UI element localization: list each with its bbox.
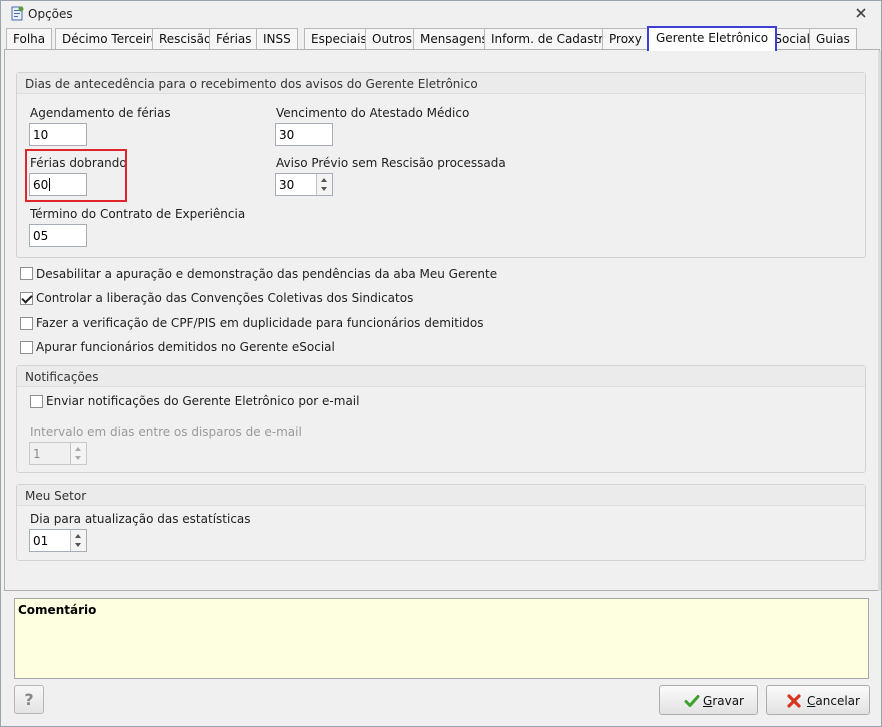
notificacoes-group: Notificações (16, 365, 866, 473)
tab-folha[interactable]: Folha (6, 28, 53, 50)
termino-contrato-input[interactable]: 05 (29, 224, 87, 247)
vencimento-atestado-label: Vencimento do Atestado Médico (276, 106, 470, 120)
aviso-previo-label: Aviso Prévio sem Rescisão processada (276, 156, 506, 170)
tab-guias[interactable]: Guias (809, 28, 857, 50)
tab-mensagens[interactable]: Mensagens (413, 28, 495, 50)
notificacoes-group-title: Notificações (17, 366, 865, 387)
green-check-icon (684, 695, 700, 707)
agendamento-input[interactable]: 10 (29, 123, 87, 146)
spin-up-icon[interactable] (75, 447, 81, 451)
tab-outros[interactable]: Outros (365, 28, 420, 50)
comentario-box[interactable]: Comentário (14, 598, 869, 679)
spin-up-icon[interactable] (75, 534, 81, 538)
cancelar-button[interactable]: Cancelar (766, 685, 870, 715)
intervalo-label: Intervalo em dias entre os disparos de e… (30, 425, 302, 439)
tab-proxy[interactable]: Proxy (602, 28, 649, 50)
options-window-icon (11, 6, 24, 21)
tab-ferias[interactable]: Férias (209, 28, 259, 50)
aviso-previo-value: 30 (279, 178, 295, 192)
gravar-button[interactable]: Gravar (659, 685, 758, 715)
comentario-label: Comentário (18, 603, 97, 617)
meu-setor-group-title: Meu Setor (17, 485, 865, 506)
spin-down-icon[interactable] (321, 187, 327, 191)
tab-gerente-eletronico[interactable]: Gerente Eletrônico (647, 26, 778, 51)
title-bar: Opções (1, 1, 881, 25)
highlight-ferias-dobrando (25, 149, 127, 202)
spin-up-icon[interactable] (321, 178, 327, 182)
scroll-edge (878, 51, 881, 591)
spin-down-icon[interactable] (75, 456, 81, 460)
aviso-previo-spinner[interactable] (316, 174, 332, 195)
window-title: Opções (28, 7, 73, 21)
controlar-convencoes-label: Controlar a liberação das Convenções Col… (36, 291, 414, 305)
dia-atualizacao-spinner[interactable] (70, 530, 86, 551)
red-x-icon (787, 694, 801, 708)
cancelar-label: Cancelar (807, 694, 860, 708)
tab-especiais[interactable]: Especiais (304, 28, 374, 50)
advance-days-group-title: Dias de antecedência para o recebimento … (17, 73, 865, 94)
apurar-demitidos-checkbox[interactable] (20, 341, 33, 354)
spin-down-icon[interactable] (75, 543, 81, 547)
close-icon[interactable] (854, 6, 868, 20)
dia-atualizacao-label: Dia para atualização das estatísticas (30, 512, 251, 526)
verificacao-cpf-label: Fazer a verificação de CPF/PIS em duplic… (36, 316, 484, 330)
tab-inform-cadastro[interactable]: Inform. de Cadastro (484, 28, 618, 50)
controlar-convencoes-checkbox[interactable] (20, 292, 33, 305)
help-button[interactable]: ? (14, 685, 44, 714)
verificacao-cpf-checkbox[interactable] (20, 317, 33, 330)
tab-inss[interactable]: INSS (256, 28, 298, 50)
enviar-notificacoes-label: Enviar notificações do Gerente Eletrônic… (46, 394, 360, 408)
gravar-label: Gravar (703, 694, 744, 708)
options-window: Opções Folha Décimo Terceiro Rescisão Fé… (0, 0, 882, 727)
desabilitar-apuracao-checkbox[interactable] (20, 267, 33, 280)
intervalo-value: 1 (33, 447, 41, 461)
agendamento-label: Agendamento de férias (30, 106, 171, 120)
apurar-demitidos-label: Apurar funcionários demitidos no Gerente… (36, 340, 335, 354)
vencimento-atestado-input[interactable]: 30 (275, 123, 333, 146)
desabilitar-apuracao-label: Desabilitar a apuração e demonstração da… (36, 267, 498, 281)
tab-decimo-terceiro[interactable]: Décimo Terceiro (55, 28, 166, 50)
tab-strip: Folha Décimo Terceiro Rescisão Férias IN… (4, 26, 880, 51)
intervalo-spinner[interactable] (70, 443, 86, 464)
dia-atualizacao-value: 01 (33, 534, 49, 548)
termino-contrato-label: Término do Contrato de Experiência (30, 207, 246, 221)
enviar-notificacoes-checkbox[interactable] (30, 395, 43, 408)
